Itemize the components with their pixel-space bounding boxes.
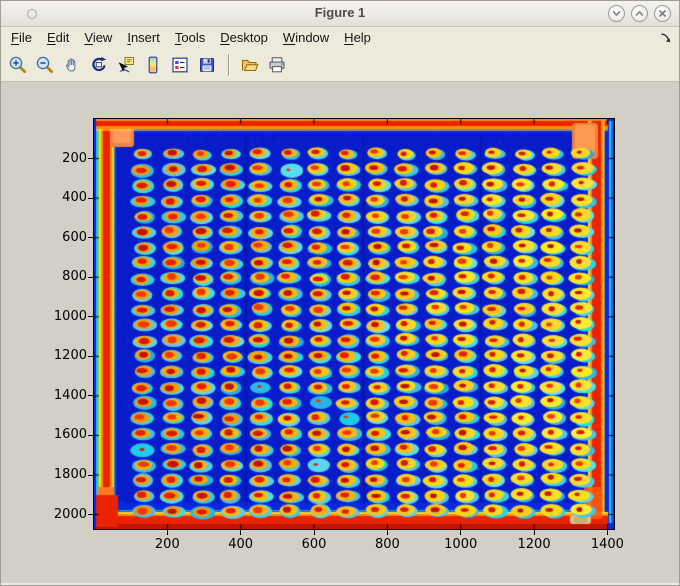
- dock-figure-icon[interactable]: [659, 31, 672, 47]
- x-tick-mark: [460, 530, 462, 535]
- data-cursor-icon[interactable]: [115, 53, 137, 77]
- insert-colorbar-icon[interactable]: [142, 53, 164, 77]
- x-tick-label: 200: [154, 537, 180, 552]
- x-tick-label: 800: [374, 537, 400, 552]
- y-tick-label: 800: [62, 269, 87, 285]
- close-button[interactable]: [654, 5, 671, 22]
- y-tick-label: 1400: [53, 387, 87, 403]
- y-tick-mark: [88, 316, 93, 318]
- figure-window: Figure 1 File Edit View Insert Tools Des…: [0, 0, 680, 586]
- y-tick-label: 1000: [53, 308, 87, 324]
- x-tick-mark: [313, 530, 315, 535]
- y-tick-mark: [88, 514, 93, 516]
- x-tick-label: 1200: [517, 537, 551, 552]
- y-tick-mark: [88, 276, 93, 278]
- y-tick-mark: [88, 237, 93, 239]
- menu-insert[interactable]: Insert: [127, 30, 160, 45]
- chevron-down-icon: [612, 10, 621, 16]
- y-tick-label: 1800: [53, 467, 87, 482]
- x-tick-mark: [240, 530, 242, 535]
- window-controls: [608, 5, 671, 22]
- y-tick-label: 2000: [53, 506, 87, 522]
- y-tick-mark: [88, 158, 93, 160]
- y-tick-mark: [88, 355, 93, 357]
- window-titlebar[interactable]: Figure 1: [1, 1, 679, 27]
- zoom-in-icon[interactable]: [7, 53, 29, 77]
- y-tick-mark: [88, 474, 93, 476]
- y-tick-label: 200: [62, 150, 87, 166]
- print-figure-icon[interactable]: [266, 53, 288, 77]
- menu-help[interactable]: Help: [344, 30, 371, 45]
- menu-bar: File Edit View Insert Tools Desktop Wind…: [1, 27, 679, 48]
- menu-edit[interactable]: Edit: [47, 30, 69, 45]
- menu-file[interactable]: File: [11, 30, 32, 45]
- x-tick-label: 600: [301, 537, 327, 552]
- figure-canvas: 200 400 600 800 1000 1200 1400 200 400 600 800 1000…: [1, 82, 679, 585]
- x-tick-label: 1000: [444, 537, 478, 552]
- zoom-out-icon[interactable]: [34, 53, 56, 77]
- close-icon: [659, 10, 666, 17]
- x-tick-label: 1400: [590, 537, 624, 552]
- chevron-up-icon: [635, 10, 644, 16]
- save-figure-icon[interactable]: [196, 53, 218, 77]
- x-tick-mark: [533, 530, 535, 535]
- figure-toolbar: [1, 48, 679, 82]
- x-tick-mark: [166, 530, 168, 535]
- menu-window[interactable]: Window: [283, 30, 329, 45]
- x-tick-mark: [606, 530, 608, 535]
- y-tick-mark: [88, 434, 93, 436]
- open-file-icon[interactable]: [239, 53, 261, 77]
- microarray-image[interactable]: [94, 119, 614, 529]
- menu-desktop[interactable]: Desktop: [220, 30, 268, 45]
- y-tick-label: 1200: [53, 348, 87, 364]
- insert-legend-icon[interactable]: [169, 53, 191, 77]
- y-tick-label: 400: [62, 190, 87, 206]
- maximize-button[interactable]: [631, 5, 648, 22]
- pan-hand-icon[interactable]: [61, 53, 83, 77]
- y-tick-mark: [88, 197, 93, 199]
- y-tick-mark: [88, 395, 93, 397]
- window-title: Figure 1: [314, 5, 366, 20]
- axes-box: [93, 118, 615, 530]
- toolbar-separator: [228, 53, 229, 76]
- minimize-button[interactable]: [608, 5, 625, 22]
- y-tick-label: 600: [62, 229, 87, 245]
- menu-tools[interactable]: Tools: [175, 30, 205, 45]
- menu-view[interactable]: View: [84, 30, 112, 45]
- x-tick-mark: [386, 530, 388, 535]
- rotate-3d-icon[interactable]: [88, 53, 110, 77]
- y-tick-label: 1600: [53, 427, 87, 443]
- x-tick-label: 400: [228, 537, 254, 552]
